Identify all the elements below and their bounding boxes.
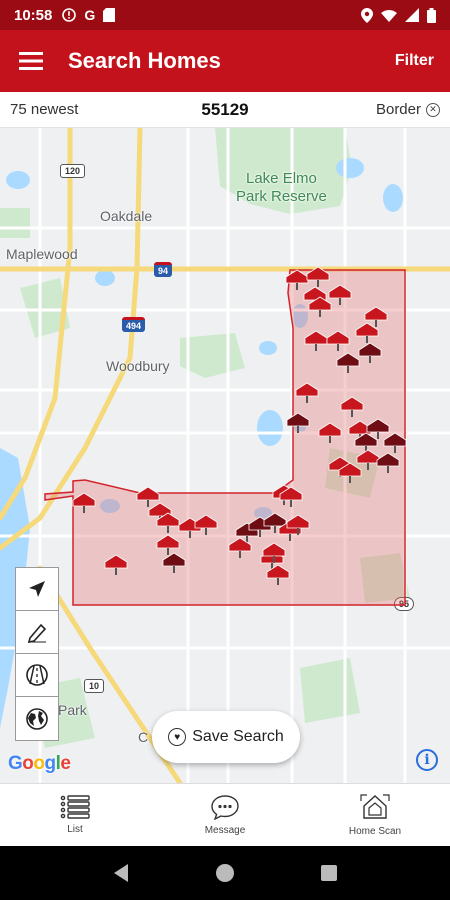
alert-icon: [62, 8, 77, 22]
nav-home-scan-label: Home Scan: [348, 826, 402, 837]
nav-message[interactable]: Message: [150, 784, 300, 846]
message-icon: [211, 795, 239, 820]
search-info-bar: 75 newest 55129 Border ✕: [0, 92, 450, 128]
app-bar: Search Homes Filter: [0, 30, 450, 92]
save-search-label: Save Search: [192, 728, 284, 745]
sd-card-icon: [103, 8, 116, 22]
system-navigation-bar: [0, 846, 450, 900]
draw-pencil-icon[interactable]: [16, 611, 58, 654]
filter-button[interactable]: Filter: [395, 52, 434, 70]
hamburger-menu-icon[interactable]: [16, 46, 46, 76]
bottom-navigation: List Message Home Scan: [0, 783, 450, 846]
location-icon: [361, 7, 373, 23]
back-icon[interactable]: [112, 863, 130, 883]
battery-icon: [427, 7, 436, 23]
heart-icon: ♥: [168, 728, 187, 746]
search-border-and-pins: [44, 266, 407, 606]
list-icon: [60, 795, 90, 819]
map-info-icon[interactable]: i: [416, 749, 438, 771]
border-label: Border: [375, 101, 421, 118]
search-border-region: [44, 269, 406, 606]
wifi-icon: [381, 9, 397, 22]
nav-list[interactable]: List: [0, 784, 150, 846]
navigation-arrow-icon[interactable]: [16, 568, 58, 611]
globe-icon[interactable]: [16, 697, 58, 740]
border-toggle-button[interactable]: Border ✕: [376, 101, 440, 118]
status-time: 10:58: [14, 6, 53, 24]
google-icon: G: [84, 7, 96, 23]
recents-icon[interactable]: [320, 864, 338, 882]
google-logo: Google: [8, 753, 71, 774]
home-scan-icon: [360, 794, 390, 819]
status-bar: 10:58 G: [0, 0, 450, 30]
newest-count-button[interactable]: 75 newest: [10, 101, 78, 118]
close-circle-icon[interactable]: ✕: [426, 102, 440, 117]
road-view-icon[interactable]: [16, 654, 58, 697]
map-tools-panel: [15, 567, 59, 741]
signal-icon: [405, 8, 419, 22]
home-icon[interactable]: [215, 863, 235, 883]
map-view[interactable]: Lake Elmo Park Reserve Oakdale Maplewood…: [0, 128, 450, 783]
nav-list-label: List: [67, 824, 83, 835]
page-title: Search Homes: [68, 48, 221, 73]
nav-message-label: Message: [204, 825, 246, 836]
save-search-button[interactable]: ♥ Save Search: [152, 711, 300, 763]
nav-home-scan[interactable]: Home Scan: [300, 784, 450, 846]
